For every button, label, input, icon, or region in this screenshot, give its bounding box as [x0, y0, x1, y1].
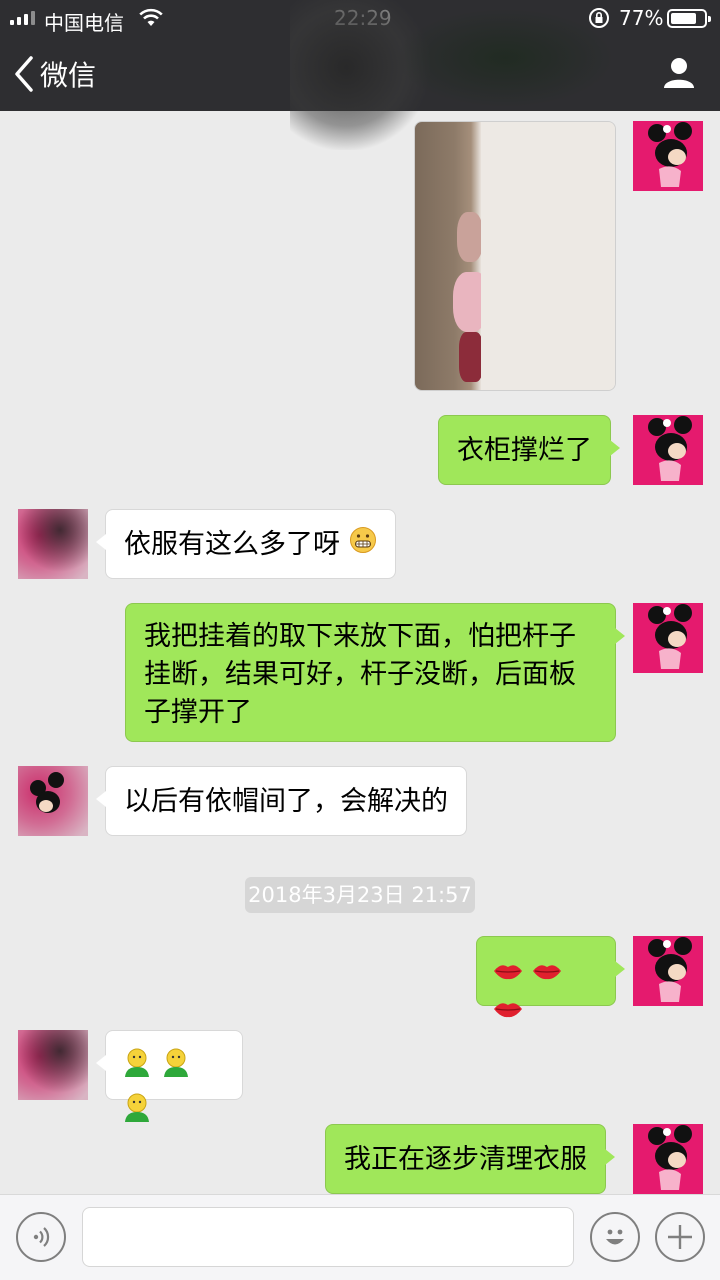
my-avatar[interactable] [633, 1124, 703, 1194]
friend-avatar[interactable] [18, 1030, 88, 1100]
more-button[interactable] [655, 1212, 705, 1262]
voice-button[interactable] [16, 1212, 66, 1262]
message-bubble-me[interactable]: 衣柜撑烂了 [438, 415, 620, 485]
message-text: 我正在逐步清理衣服 [344, 1144, 587, 1175]
my-avatar[interactable] [633, 936, 703, 1006]
battery-fill [671, 13, 696, 24]
message-bubble-other[interactable]: 依服有这么多了呀 [96, 509, 396, 579]
back-button[interactable]: 微信 [14, 54, 96, 94]
smiley-icon [606, 1229, 624, 1245]
battery-percent: 77% [619, 6, 664, 30]
my-avatar[interactable] [633, 121, 703, 191]
top-bar: 中国电信 22:29 77% 微信 [0, 0, 720, 150]
wifi-icon [138, 8, 164, 33]
message-input[interactable] [82, 1207, 574, 1267]
profile-button[interactable] [662, 55, 696, 93]
green-person-emoji-icon [161, 1047, 191, 1092]
green-person-emoji-icon [122, 1092, 152, 1137]
message-bubble-other[interactable] [96, 1030, 243, 1122]
photo-message[interactable] [414, 121, 616, 391]
message-text: 我把挂着的取下来放下面，怕把杆子挂断，结果可好，杆子没断，后面板子撑开了 [144, 621, 576, 728]
emoji-button[interactable] [590, 1212, 640, 1262]
message-text: 以后有依帽间了，会解决的 [124, 786, 448, 817]
message-bubble-other[interactable]: 以后有依帽间了，会解决的 [96, 766, 467, 836]
input-bar [0, 1194, 720, 1280]
status-bar: 中国电信 22:29 77% [0, 0, 720, 38]
friend-avatar[interactable] [18, 766, 88, 836]
grin-emoji-icon [349, 526, 377, 565]
lips-emoji-icon [493, 992, 523, 1030]
lips-emoji-icon [532, 954, 562, 992]
chevron-left-icon [15, 56, 33, 92]
plus-icon [668, 1225, 692, 1249]
message-bubble-me[interactable]: 我把挂着的取下来放下面，怕把杆子挂断，结果可好，杆子没断，后面板子撑开了 [125, 603, 625, 742]
lips-emoji-icon [493, 954, 523, 992]
rotation-lock-icon [588, 7, 610, 34]
nav-bar: 微信 [0, 38, 720, 111]
clock: 22:29 [334, 6, 392, 30]
my-avatar[interactable] [633, 603, 703, 673]
message-text: 衣柜撑烂了 [457, 435, 592, 466]
green-person-emoji-icon [122, 1047, 152, 1092]
back-label: 微信 [40, 59, 97, 92]
message-bubble-me[interactable] [476, 936, 625, 1018]
person-icon [664, 58, 694, 88]
chat-timestamp: 2018年3月23日 21:57 [245, 877, 475, 913]
message-bubble-me[interactable]: 我正在逐步清理衣服 [325, 1124, 615, 1194]
carrier-name: 中国电信 [44, 11, 124, 35]
my-avatar[interactable] [633, 415, 703, 485]
message-text: 依服有这么多了呀 [124, 529, 340, 560]
signal-strength-icon [10, 11, 35, 25]
voice-icon [33, 1227, 50, 1247]
battery-icon [667, 9, 711, 28]
friend-avatar[interactable] [18, 509, 88, 579]
